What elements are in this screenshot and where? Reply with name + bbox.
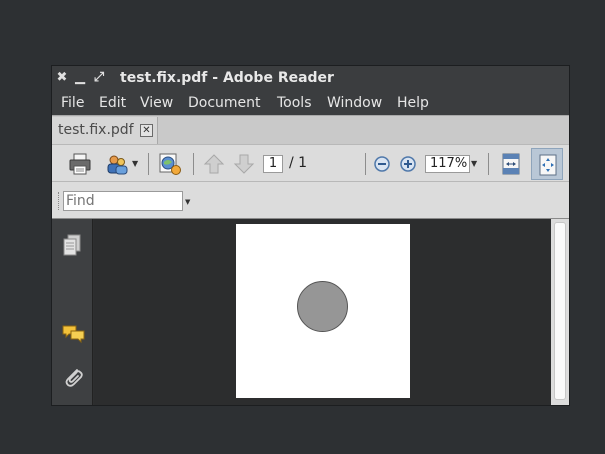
circle-shape (297, 281, 348, 332)
toolbar-separator (488, 153, 489, 175)
menu-edit[interactable]: Edit (99, 95, 126, 111)
close-tab-icon[interactable]: ✕ (140, 124, 153, 137)
title-bar: ✖ ▁ ⤢ test.fix.pdf - Adobe Reader (52, 66, 569, 92)
next-page-icon[interactable] (232, 152, 256, 176)
reader-window: ✖ ▁ ⤢ test.fix.pdf - Adobe Reader File E… (51, 65, 570, 406)
comments-icon[interactable] (61, 323, 87, 345)
tab-test-fix-pdf[interactable]: test.fix.pdf ✕ (52, 117, 158, 144)
comments-icon[interactable] (61, 391, 87, 413)
zoom-dropdown-icon[interactable]: ▼ (471, 159, 477, 168)
find-input[interactable] (63, 191, 183, 211)
previous-page-icon[interactable] (202, 152, 226, 176)
minimize-window-icon[interactable]: ▁ (73, 71, 87, 85)
menu-bar: File Edit View Document Tools Window Hel… (52, 92, 569, 115)
toolbar-separator (365, 153, 366, 175)
close-window-icon[interactable]: ✖ (55, 71, 69, 85)
collaborate-dropdown-icon[interactable]: ▼ (132, 159, 138, 168)
menu-window[interactable]: Window (327, 95, 382, 111)
maximize-window-icon[interactable]: ⤢ (92, 71, 106, 85)
page-number-input[interactable]: 1 (263, 155, 283, 173)
window-title: test.fix.pdf - Adobe Reader (120, 70, 334, 86)
menu-view[interactable]: View (140, 95, 173, 111)
pages-icon[interactable] (61, 233, 83, 257)
find-toolbar: ▼ (52, 182, 569, 219)
toolbar-separator (148, 153, 149, 175)
share-icon[interactable] (157, 152, 183, 176)
attachments-icon[interactable] (61, 365, 85, 389)
navigation-panel (52, 219, 93, 405)
find-dropdown-icon[interactable]: ▼ (185, 198, 190, 206)
page-total: / 1 (289, 155, 308, 171)
content-area (52, 219, 569, 405)
zoom-in-icon[interactable] (399, 155, 417, 173)
zoom-out-icon[interactable] (373, 155, 391, 173)
scrollbar-track[interactable] (554, 222, 566, 400)
menu-tools[interactable]: Tools (277, 95, 312, 111)
menu-file[interactable]: File (61, 95, 84, 111)
fit-page-icon (539, 154, 557, 176)
menu-document[interactable]: Document (188, 95, 261, 111)
document-view[interactable] (94, 219, 551, 405)
document-tab-bar: test.fix.pdf ✕ (52, 115, 569, 144)
print-icon[interactable] (68, 152, 92, 176)
tab-label: test.fix.pdf (58, 122, 134, 138)
main-toolbar: ▼ 1 / 1 117% ▼ (52, 144, 569, 182)
zoom-level-input[interactable]: 117% (425, 155, 470, 173)
toolbar-grip[interactable] (58, 192, 60, 210)
pdf-page (236, 224, 410, 398)
vertical-scrollbar[interactable] (551, 219, 569, 405)
menu-help[interactable]: Help (397, 95, 429, 111)
toolbar-separator (193, 153, 194, 175)
collaborate-icon[interactable] (105, 152, 129, 176)
fit-page-button[interactable] (531, 148, 563, 180)
fit-width-icon[interactable] (500, 152, 522, 176)
